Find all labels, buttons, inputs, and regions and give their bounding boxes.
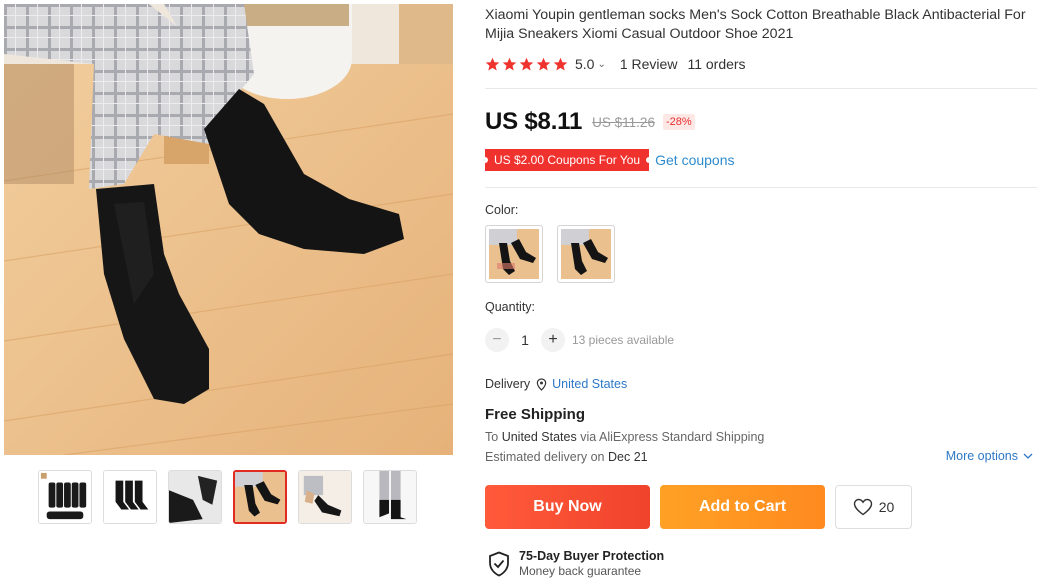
ship-to-prefix: To bbox=[485, 430, 499, 444]
color-options bbox=[485, 225, 615, 283]
shipping-route: To United States via AliExpress Standard… bbox=[485, 430, 764, 444]
add-to-cart-button[interactable]: Add to Cart bbox=[660, 485, 825, 529]
chevron-down-icon[interactable]: ⌄ bbox=[597, 59, 605, 70]
wishlist-button[interactable]: 20 bbox=[835, 485, 912, 529]
divider bbox=[485, 88, 1037, 89]
thumbnail-socks-standing[interactable] bbox=[363, 470, 417, 524]
location-pin-icon bbox=[536, 377, 547, 391]
heart-icon bbox=[853, 498, 872, 516]
thumbnail-socks-five-pairs[interactable] bbox=[103, 470, 157, 524]
reviews-link[interactable]: 1 Review bbox=[620, 56, 678, 72]
rating-value[interactable]: 5.0 bbox=[575, 56, 594, 72]
coupon-tag[interactable]: US $2.00 Coupons For You bbox=[481, 149, 653, 171]
protection-text: 75-Day Buyer Protection Money back guara… bbox=[519, 549, 664, 579]
free-shipping-title: Free Shipping bbox=[485, 406, 586, 423]
delivery-country-link[interactable]: United States bbox=[552, 377, 627, 391]
thumbnail-socks-on-floor[interactable] bbox=[233, 470, 287, 524]
quantity-increase-button[interactable]: + bbox=[541, 328, 565, 352]
star-rating[interactable] bbox=[485, 57, 568, 72]
quantity-decrease-button[interactable]: − bbox=[485, 328, 509, 352]
star-icon bbox=[502, 57, 517, 70]
quantity-input[interactable]: 1 bbox=[509, 332, 541, 348]
star-icon bbox=[485, 57, 500, 70]
main-product-image[interactable] bbox=[4, 4, 453, 455]
color-option-2[interactable] bbox=[557, 225, 615, 283]
wishlist-count: 20 bbox=[878, 499, 895, 515]
stock-available: 13 pieces available bbox=[572, 333, 675, 347]
shield-check-icon bbox=[489, 551, 509, 577]
color-option-1[interactable] bbox=[485, 225, 543, 283]
more-options-label: More options bbox=[945, 449, 1018, 463]
more-options-link[interactable]: More options bbox=[946, 449, 1033, 463]
divider bbox=[485, 187, 1037, 188]
ship-to-country: United States bbox=[501, 430, 577, 444]
protection-subtitle: Money back guarantee bbox=[519, 564, 642, 578]
original-price: US $11.26 bbox=[592, 114, 655, 130]
buyer-protection[interactable]: 75-Day Buyer Protection Money back guara… bbox=[488, 549, 664, 579]
star-icon bbox=[553, 57, 568, 70]
ship-via: via AliExpress Standard Shipping bbox=[580, 430, 765, 444]
chevron-down-icon bbox=[1023, 453, 1033, 459]
quantity-stepper: − 1 + 13 pieces available bbox=[485, 328, 674, 352]
delivery-row: Delivery United States bbox=[485, 376, 627, 392]
quantity-label: Quantity: bbox=[485, 300, 536, 314]
thumbnail-socks-set-packaged[interactable] bbox=[38, 470, 92, 524]
star-icon bbox=[536, 57, 551, 70]
get-coupons-link[interactable]: Get coupons bbox=[655, 152, 734, 168]
product-title: Xiaomi Youpin gentleman socks Men's Sock… bbox=[485, 7, 1026, 42]
current-price: US $8.11 bbox=[485, 108, 583, 135]
price-row: US $8.11 US $11.26 -28% bbox=[485, 106, 695, 138]
buy-now-button[interactable]: Buy Now bbox=[485, 485, 650, 529]
discount-badge: -28% bbox=[662, 114, 695, 130]
estimate-date: Dec 21 bbox=[608, 450, 648, 464]
estimated-delivery: Estimated delivery on Dec 21 bbox=[485, 450, 648, 464]
star-icon bbox=[519, 57, 534, 70]
delivery-label: Delivery bbox=[485, 377, 531, 391]
rating-row: 5.0 ⌄ 1 Review 11 orders bbox=[485, 55, 746, 73]
protection-title: 75-Day Buyer Protection bbox=[519, 549, 665, 563]
thumbnail-strip bbox=[38, 470, 428, 524]
estimate-prefix: Estimated delivery on bbox=[485, 450, 605, 464]
color-label: Color: bbox=[485, 203, 519, 217]
thumbnail-socks-putting-on[interactable] bbox=[298, 470, 352, 524]
thumbnail-socks-worn-closeup[interactable] bbox=[168, 470, 222, 524]
coupon-row: US $2.00 Coupons For You Get coupons bbox=[481, 148, 735, 172]
orders-count: 11 orders bbox=[687, 56, 746, 72]
